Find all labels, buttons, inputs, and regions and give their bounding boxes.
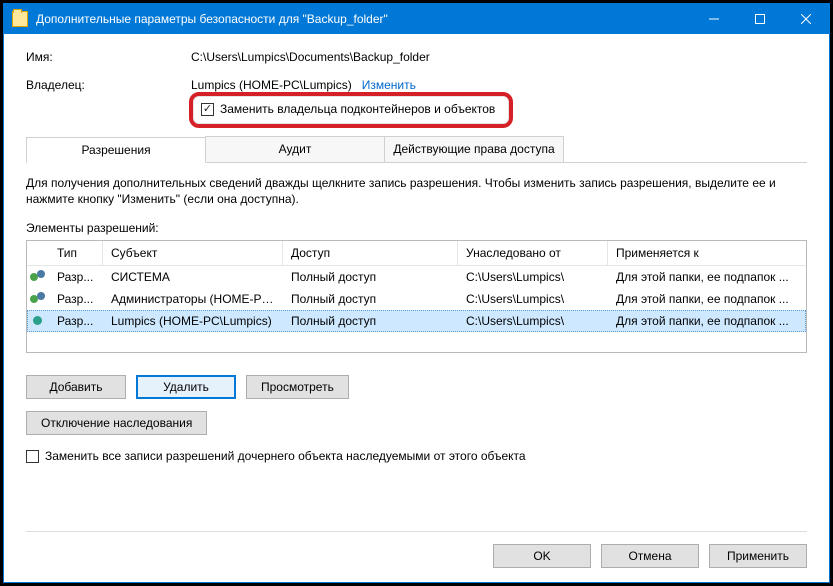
cell-type: Разр... — [49, 289, 103, 309]
replace-child-row: Заменить все записи разрешений дочернего… — [26, 449, 807, 463]
folder-icon — [12, 11, 28, 27]
cell-subject: СИСТЕМА — [103, 267, 283, 287]
maximize-button[interactable] — [737, 4, 783, 34]
minimize-button[interactable] — [691, 4, 737, 34]
tab-permissions[interactable]: Разрешения — [26, 137, 206, 163]
name-value: C:\Users\Lumpics\Documents\Backup_folder — [191, 50, 430, 64]
cell-inherited: C:\Users\Lumpics\ — [458, 267, 608, 287]
table-row[interactable]: Разр... Администраторы (HOME-PC... Полны… — [27, 288, 806, 310]
permissions-table: Тип Субъект Доступ Унаследовано от Приме… — [26, 240, 807, 353]
users-icon — [27, 267, 49, 287]
cell-access: Полный доступ — [283, 311, 458, 331]
cell-applies: Для этой папки, ее подпапок ... — [608, 289, 806, 309]
remove-button[interactable]: Удалить — [136, 375, 236, 399]
disable-inheritance-button[interactable]: Отключение наследования — [26, 411, 207, 435]
window-controls — [691, 4, 829, 34]
apply-button[interactable]: Применить — [709, 544, 807, 568]
user-icon — [27, 311, 49, 331]
action-buttons-row: Добавить Удалить Просмотреть — [26, 375, 807, 399]
table-row[interactable]: Разр... СИСТЕМА Полный доступ C:\Users\L… — [27, 266, 806, 288]
cell-applies: Для этой папки, ее подпапок ... — [608, 267, 806, 287]
owner-row: Владелец: Lumpics (HOME-PC\Lumpics) Изме… — [26, 78, 807, 92]
col-access[interactable]: Доступ — [283, 241, 458, 265]
table-header: Тип Субъект Доступ Унаследовано от Приме… — [27, 241, 806, 266]
cell-type: Разр... — [49, 311, 103, 331]
replace-child-checkbox[interactable] — [26, 450, 39, 463]
col-inherited[interactable]: Унаследовано от — [458, 241, 608, 265]
users-icon — [27, 289, 49, 309]
tabs: Разрешения Аудит Действующие права досту… — [26, 136, 807, 163]
view-button[interactable]: Просмотреть — [246, 375, 349, 399]
col-applies[interactable]: Применяется к — [608, 241, 806, 265]
cell-subject: Lumpics (HOME-PC\Lumpics) — [103, 311, 283, 331]
owner-name: Lumpics (HOME-PC\Lumpics) — [191, 78, 352, 92]
window-title: Дополнительные параметры безопасности дл… — [36, 12, 691, 26]
cell-type: Разр... — [49, 267, 103, 287]
replace-owner-highlight: Заменить владельца подконтейнеров и объе… — [189, 92, 513, 128]
cell-subject: Администраторы (HOME-PC... — [103, 289, 283, 309]
cell-inherited: C:\Users\Lumpics\ — [458, 289, 608, 309]
replace-owner-label: Заменить владельца подконтейнеров и объе… — [220, 102, 495, 116]
description-text: Для получения дополнительных сведений дв… — [26, 175, 807, 207]
col-subject[interactable]: Субъект — [103, 241, 283, 265]
col-type[interactable]: Тип — [49, 241, 103, 265]
name-label: Имя: — [26, 50, 191, 64]
replace-owner-checkbox[interactable] — [201, 103, 214, 116]
cell-access: Полный доступ — [283, 267, 458, 287]
add-button[interactable]: Добавить — [26, 375, 126, 399]
col-icon — [27, 241, 49, 265]
cell-applies: Для этой папки, ее подпапок ... — [608, 311, 806, 331]
cancel-button[interactable]: Отмена — [601, 544, 699, 568]
cell-inherited: C:\Users\Lumpics\ — [458, 311, 608, 331]
change-owner-link[interactable]: Изменить — [362, 78, 416, 92]
tab-audit[interactable]: Аудит — [205, 136, 385, 162]
table-empty-space — [27, 332, 806, 352]
replace-child-label: Заменить все записи разрешений дочернего… — [45, 449, 526, 463]
owner-label: Владелец: — [26, 78, 191, 92]
content-area: Имя: C:\Users\Lumpics\Documents\Backup_f… — [4, 34, 829, 477]
tab-effective-access[interactable]: Действующие права доступа — [384, 136, 564, 162]
table-row[interactable]: Разр... Lumpics (HOME-PC\Lumpics) Полный… — [27, 310, 806, 332]
permissions-list-label: Элементы разрешений: — [26, 221, 807, 235]
dialog-footer: OK Отмена Применить — [26, 531, 807, 568]
advanced-security-window: Дополнительные параметры безопасности дл… — [3, 3, 830, 583]
titlebar: Дополнительные параметры безопасности дл… — [4, 4, 829, 34]
name-row: Имя: C:\Users\Lumpics\Documents\Backup_f… — [26, 50, 807, 64]
close-button[interactable] — [783, 4, 829, 34]
ok-button[interactable]: OK — [493, 544, 591, 568]
owner-value: Lumpics (HOME-PC\Lumpics) Изменить — [191, 78, 416, 92]
cell-access: Полный доступ — [283, 289, 458, 309]
